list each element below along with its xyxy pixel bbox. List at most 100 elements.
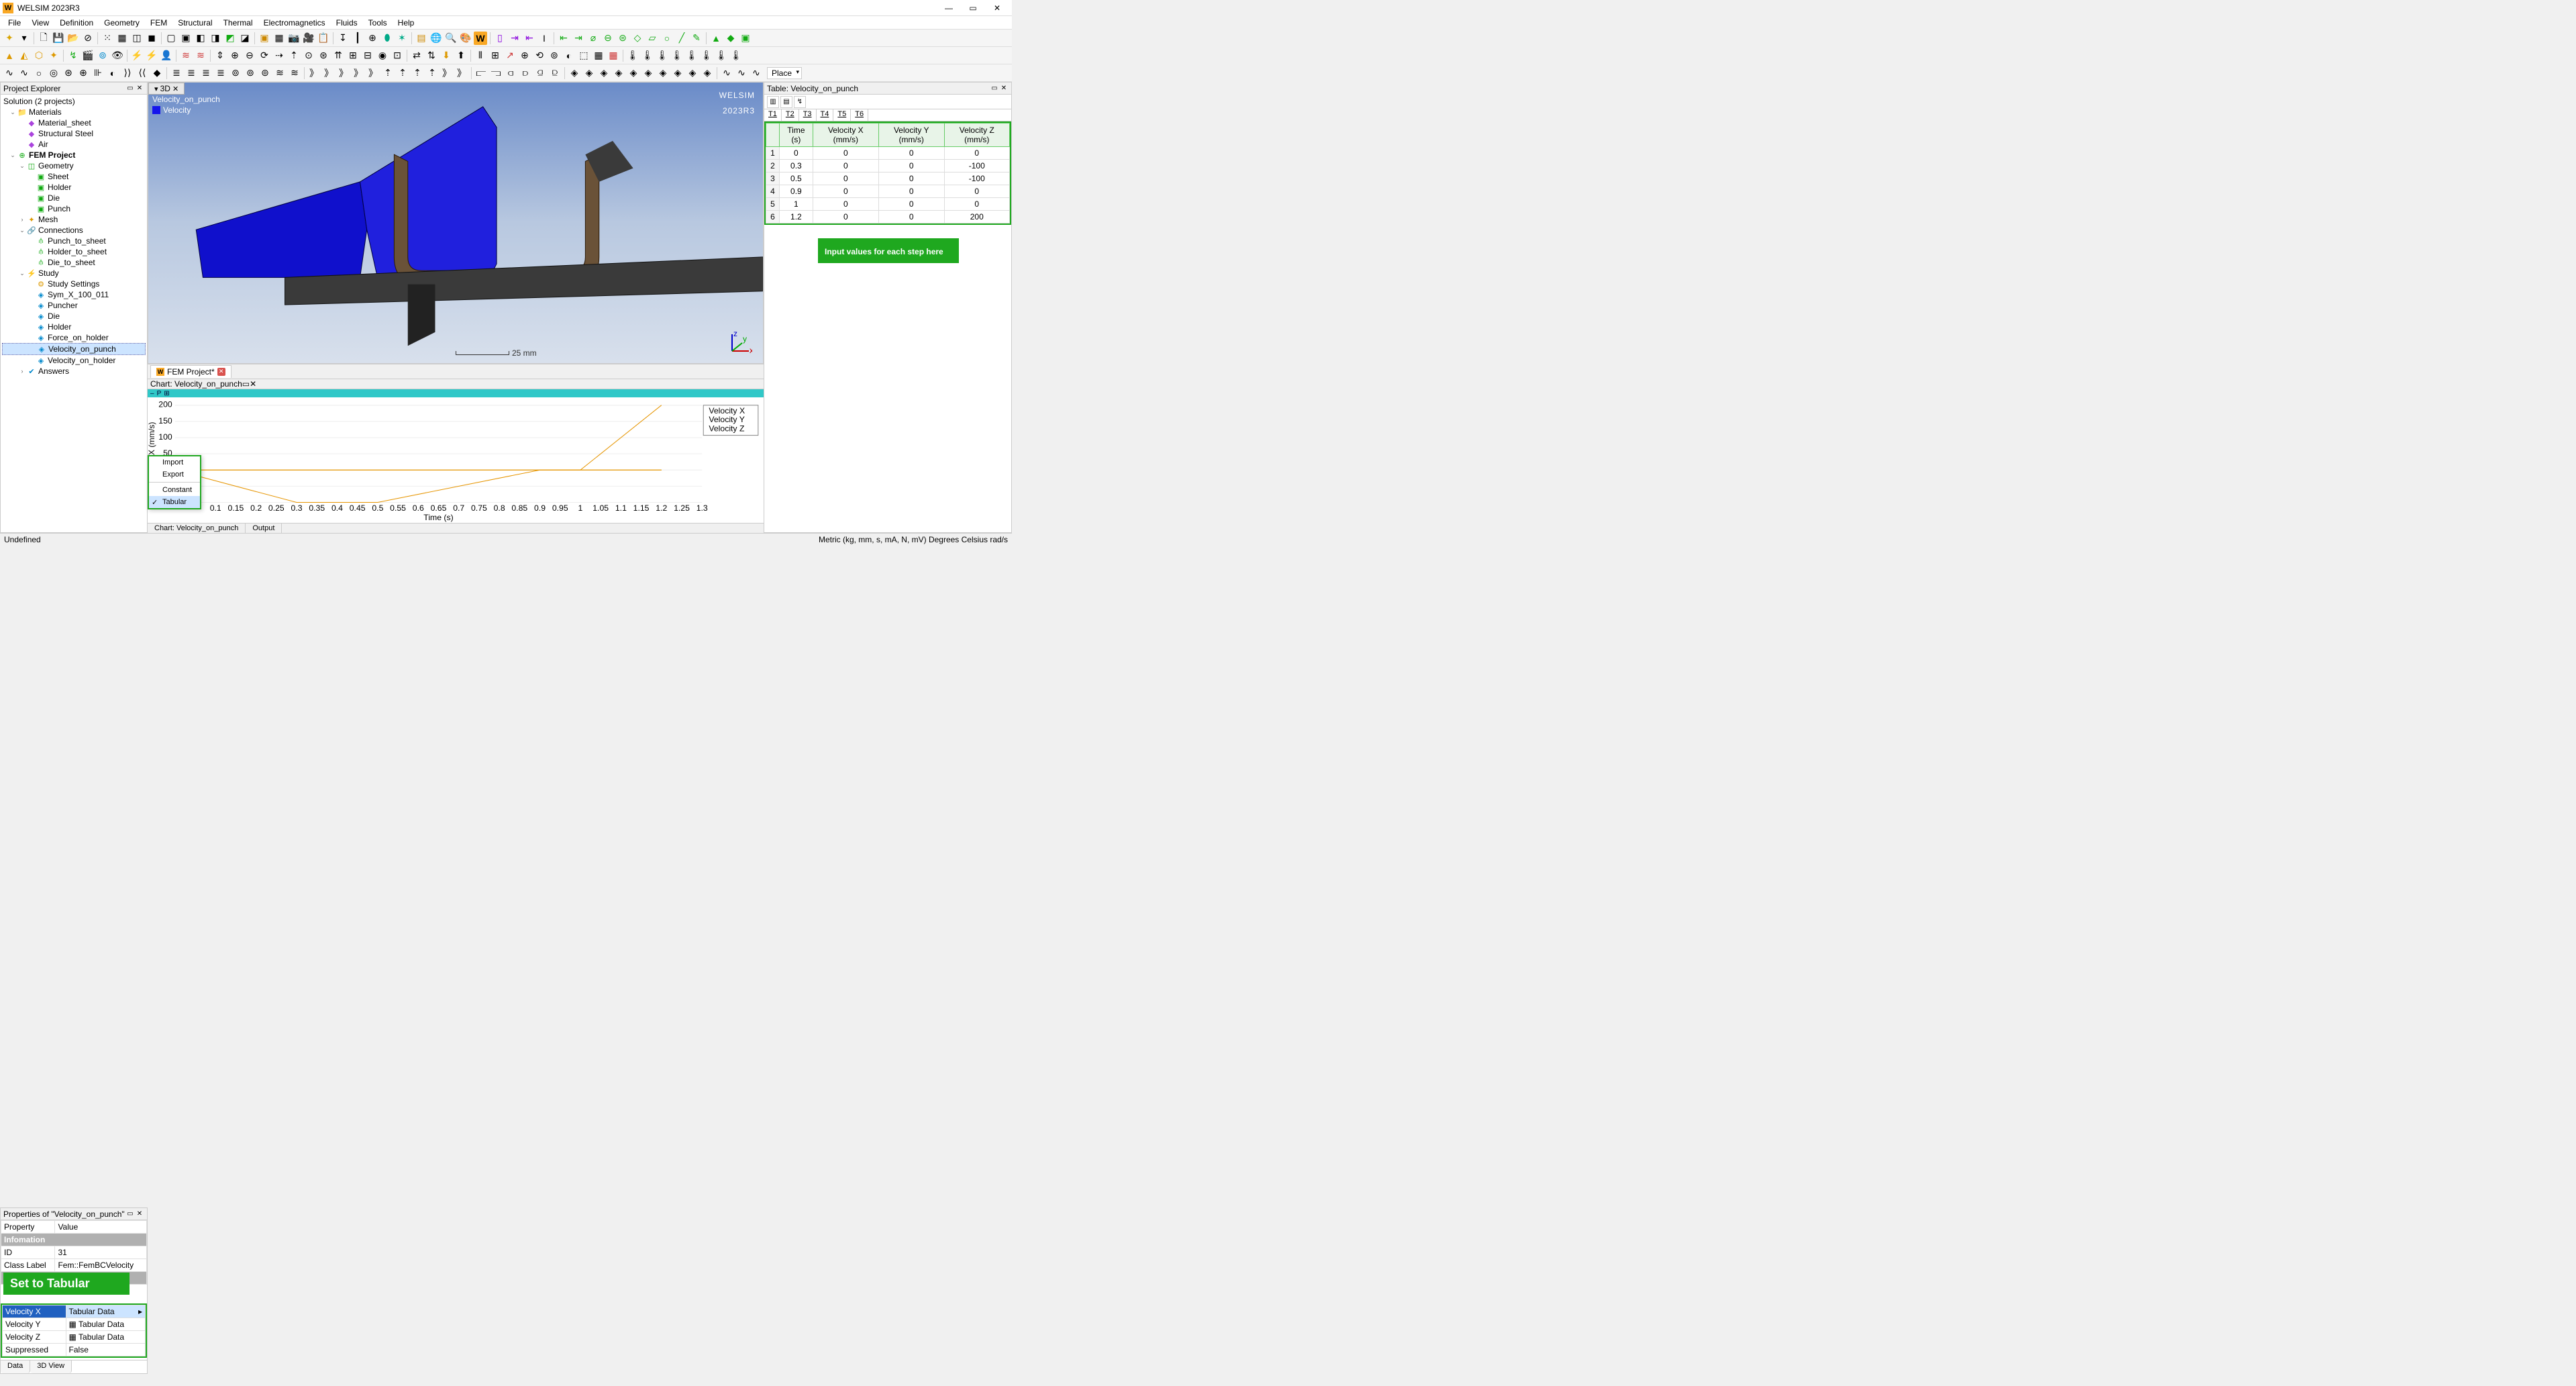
t3-30-icon[interactable]: 》	[440, 66, 454, 80]
t3-6-icon[interactable]: ⊕	[76, 66, 90, 80]
t2-43-icon[interactable]: 🌡	[656, 49, 669, 62]
tree-velocity-on-holder[interactable]: ◈Velocity_on_holder	[2, 355, 146, 366]
t2-39-icon[interactable]: ▦	[592, 49, 605, 62]
table-row[interactable]: 20.300-100	[766, 160, 1010, 172]
close-button[interactable]: ✕	[985, 0, 1009, 16]
t2-30-icon[interactable]: ⬆	[454, 49, 468, 62]
text-icon[interactable]: I	[537, 32, 551, 45]
t3-3-icon[interactable]: ○	[32, 66, 46, 80]
t3-31-icon[interactable]: 》	[455, 66, 468, 80]
t2-2-icon[interactable]: ◭	[17, 49, 31, 62]
t2-32-icon[interactable]: ⊞	[488, 49, 502, 62]
t2-10-icon[interactable]: ⚡	[145, 49, 158, 62]
g10-icon[interactable]: ◆	[724, 32, 737, 45]
t3-38-icon[interactable]: ◈	[568, 66, 581, 80]
table-cell[interactable]: 1.2	[780, 211, 813, 224]
t3-36-icon[interactable]: ⫑	[533, 66, 547, 80]
table-tab-t2[interactable]: T2	[782, 109, 799, 121]
t3-19-icon[interactable]: ≋	[273, 66, 287, 80]
menu-fem[interactable]: FEM	[145, 18, 172, 28]
table-cell[interactable]: 0	[878, 185, 944, 198]
tree-materials[interactable]: ⌄📁Materials	[2, 107, 146, 117]
t3-18-icon[interactable]: ⊚	[258, 66, 272, 80]
table-cell[interactable]: 0	[878, 147, 944, 160]
table-tb-2-icon[interactable]: ▤	[780, 96, 792, 108]
t3-39-icon[interactable]: ◈	[582, 66, 596, 80]
tree-holder-to-sheet[interactable]: ⫛Holder_to_sheet	[2, 246, 146, 257]
table-cell[interactable]: 2	[766, 160, 780, 172]
t3-25-icon[interactable]: 》	[366, 66, 380, 80]
t3-28-icon[interactable]: ⇡	[411, 66, 424, 80]
chart-footer-tab[interactable]: Chart: Velocity_on_punch	[148, 524, 246, 533]
arrow-down-icon[interactable]: ↧	[336, 32, 350, 45]
table-cell[interactable]: 0.9	[780, 185, 813, 198]
t3-21-icon[interactable]: 》	[307, 66, 321, 80]
t2-18-icon[interactable]: ⇢	[272, 49, 286, 62]
t3-4-icon[interactable]: ◎	[47, 66, 60, 80]
t3-16-icon[interactable]: ⊚	[229, 66, 242, 80]
wireframe-icon[interactable]: ▦	[115, 32, 129, 45]
t2-1-icon[interactable]: ▲	[3, 49, 16, 62]
t2-19-icon[interactable]: ⇡	[287, 49, 301, 62]
table-tab-t4[interactable]: T4	[817, 109, 834, 121]
viewport-3d[interactable]: ▾ 3D ✕ Velocity_on_punch Velocity WELSIM…	[148, 82, 764, 364]
g11-icon[interactable]: ▣	[739, 32, 752, 45]
table-cell[interactable]: 0	[813, 185, 878, 198]
w-icon[interactable]: W	[474, 32, 487, 45]
table-cell[interactable]: -100	[944, 160, 1009, 172]
props-tab-3d[interactable]: 3D View	[30, 1360, 72, 1373]
table-close-icon[interactable]: ✕	[999, 85, 1009, 92]
table-tab-t5[interactable]: T5	[833, 109, 851, 121]
menu-definition[interactable]: Definition	[54, 18, 99, 28]
table-cell[interactable]: 0	[813, 198, 878, 211]
tree-mesh[interactable]: ›✦Mesh	[2, 214, 146, 225]
t2-27-icon[interactable]: ⇄	[410, 49, 423, 62]
explode-icon[interactable]: ✶	[395, 32, 409, 45]
camera-icon[interactable]: 📷	[287, 32, 301, 45]
t3-46-icon[interactable]: ◈	[686, 66, 699, 80]
tree-die-to-sheet[interactable]: ⫛Die_to_sheet	[2, 257, 146, 268]
table-tb-3-icon[interactable]: ↯	[794, 96, 806, 108]
box-icon[interactable]: ▢	[164, 32, 178, 45]
doc-tab-close-icon[interactable]: ✕	[217, 368, 225, 376]
t2-16-icon[interactable]: ⊖	[243, 49, 256, 62]
menu-fluids[interactable]: Fluids	[331, 18, 363, 28]
t2-24-icon[interactable]: ⊟	[361, 49, 374, 62]
t3-1-icon[interactable]: ∿	[3, 66, 16, 80]
solid-icon[interactable]: ◼	[145, 32, 158, 45]
table-cell[interactable]: -100	[944, 172, 1009, 185]
table-tab-t1[interactable]: T1	[764, 109, 782, 121]
t3-11-icon[interactable]: ◆	[150, 66, 164, 80]
cm-constant[interactable]: Constant	[149, 484, 200, 496]
box4-icon[interactable]: ◨	[209, 32, 222, 45]
tree-solution[interactable]: Solution (2 projects)	[2, 96, 146, 107]
t2-47-icon[interactable]: 🌡	[715, 49, 728, 62]
props-close-icon[interactable]: ✕	[135, 1210, 144, 1218]
t2-44-icon[interactable]: 🌡	[670, 49, 684, 62]
t3-23-icon[interactable]: 》	[337, 66, 350, 80]
t3-26-icon[interactable]: ⇡	[381, 66, 395, 80]
tree-study-holder[interactable]: ◈Holder	[2, 321, 146, 332]
t2-45-icon[interactable]: 🌡	[685, 49, 699, 62]
box5-icon[interactable]: ◩	[223, 32, 237, 45]
t3-9-icon[interactable]: ⟩⟩	[121, 66, 134, 80]
t2-38-icon[interactable]: ⬚	[577, 49, 590, 62]
g4-icon[interactable]: ◇	[631, 32, 644, 45]
purple1-icon[interactable]: ▯	[493, 32, 507, 45]
tree-connections[interactable]: ⌄🔗Connections	[2, 225, 146, 236]
tree-puncher[interactable]: ◈Puncher	[2, 300, 146, 311]
t3-35-icon[interactable]: ⫐	[519, 66, 532, 80]
g2-icon[interactable]: ⊖	[601, 32, 615, 45]
table-cell[interactable]: 1	[780, 198, 813, 211]
ruler-icon[interactable]: ┃	[351, 32, 364, 45]
tree-air[interactable]: ◆Air	[2, 139, 146, 150]
grid-icon[interactable]: ▦	[272, 32, 286, 45]
delete-icon[interactable]: ⊘	[81, 32, 95, 45]
globe-icon[interactable]: 🌐	[429, 32, 443, 45]
t2-26-icon[interactable]: ⊡	[391, 49, 404, 62]
purple2-icon[interactable]: ⇥	[508, 32, 521, 45]
notes-icon[interactable]: 📋	[317, 32, 330, 45]
t2-6-icon[interactable]: 🎬	[81, 49, 95, 62]
t3-2-icon[interactable]: ∿	[17, 66, 31, 80]
save-icon[interactable]: 💾	[52, 32, 65, 45]
